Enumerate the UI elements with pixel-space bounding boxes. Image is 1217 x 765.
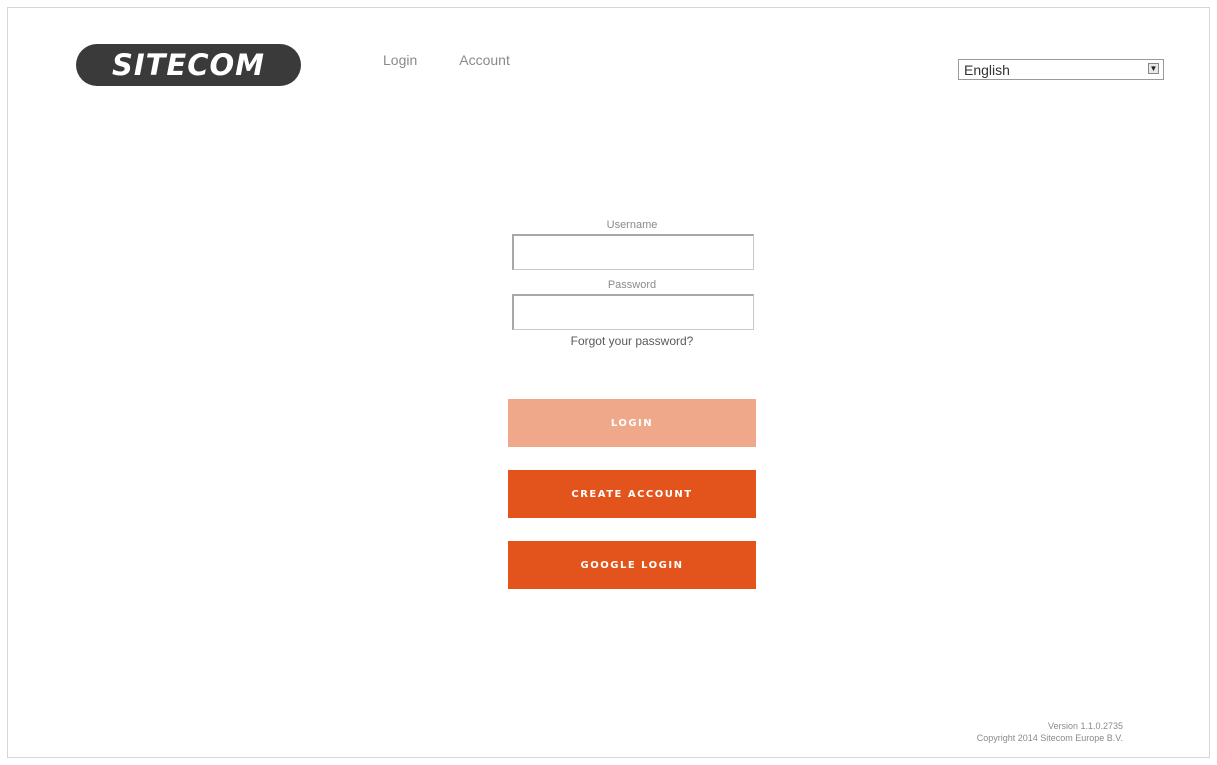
page-frame: SITECOM Login Account English ▼ Username… [7, 7, 1210, 758]
top-nav: Login Account [383, 52, 510, 68]
language-select[interactable]: English ▼ [958, 59, 1164, 80]
chevron-down-icon[interactable]: ▼ [1148, 63, 1159, 74]
create-account-button[interactable]: CREATE ACCOUNT [508, 470, 756, 518]
login-button[interactable]: LOGIN [508, 399, 756, 447]
nav-account-link[interactable]: Account [459, 52, 510, 68]
version-text: Version 1.1.0.2735 [1047, 721, 1123, 731]
nav-login-link[interactable]: Login [383, 52, 417, 68]
username-label: Username [606, 219, 658, 231]
forgot-password-link[interactable]: Forgot your password? [508, 334, 756, 348]
login-form: Username Password Forgot your password? [508, 216, 756, 348]
google-login-button[interactable]: GOOGLE LOGIN [508, 541, 756, 589]
password-input[interactable] [512, 294, 754, 330]
sitecom-logo: SITECOM [76, 44, 301, 86]
footer: Version 1.1.0.2735 Copyright 2014 Siteco… [977, 720, 1123, 744]
language-selected-value: English [964, 62, 1010, 78]
password-label: Password [607, 279, 657, 291]
copyright-text: Copyright 2014 Sitecom Europe B.V. [976, 733, 1123, 743]
username-input[interactable] [512, 234, 754, 270]
logo-text: SITECOM [111, 48, 266, 82]
